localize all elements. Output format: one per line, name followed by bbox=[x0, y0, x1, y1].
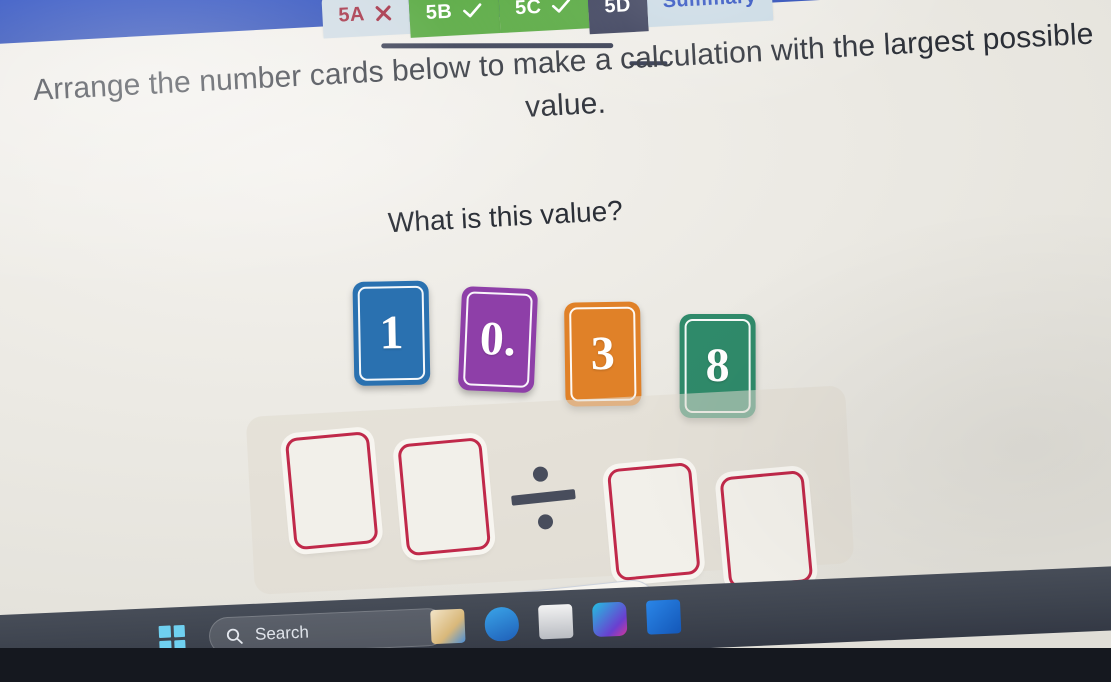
answer-slot-1[interactable] bbox=[284, 431, 379, 551]
taskbar-app-icons bbox=[430, 599, 682, 645]
app-icon-5[interactable] bbox=[645, 599, 682, 635]
answer-slot-3[interactable] bbox=[606, 461, 701, 582]
app-icon-3[interactable] bbox=[538, 603, 574, 640]
app-icon-2[interactable] bbox=[484, 606, 520, 642]
search-icon bbox=[226, 628, 243, 644]
division-dot-top bbox=[532, 465, 549, 483]
app-icon-1[interactable] bbox=[430, 608, 466, 645]
division-dot-bottom bbox=[537, 513, 554, 531]
division-bar bbox=[511, 489, 576, 506]
app-icon-4[interactable] bbox=[591, 601, 628, 638]
search-placeholder-text: Search bbox=[254, 622, 310, 644]
screenshot-root: 20,553 XP Madison 5A 5B bbox=[0, 0, 1111, 682]
laptop-bezel bbox=[0, 648, 1111, 682]
division-sign bbox=[503, 453, 583, 540]
answer-slot-4[interactable] bbox=[719, 469, 814, 590]
answer-slot-2[interactable] bbox=[397, 437, 492, 557]
